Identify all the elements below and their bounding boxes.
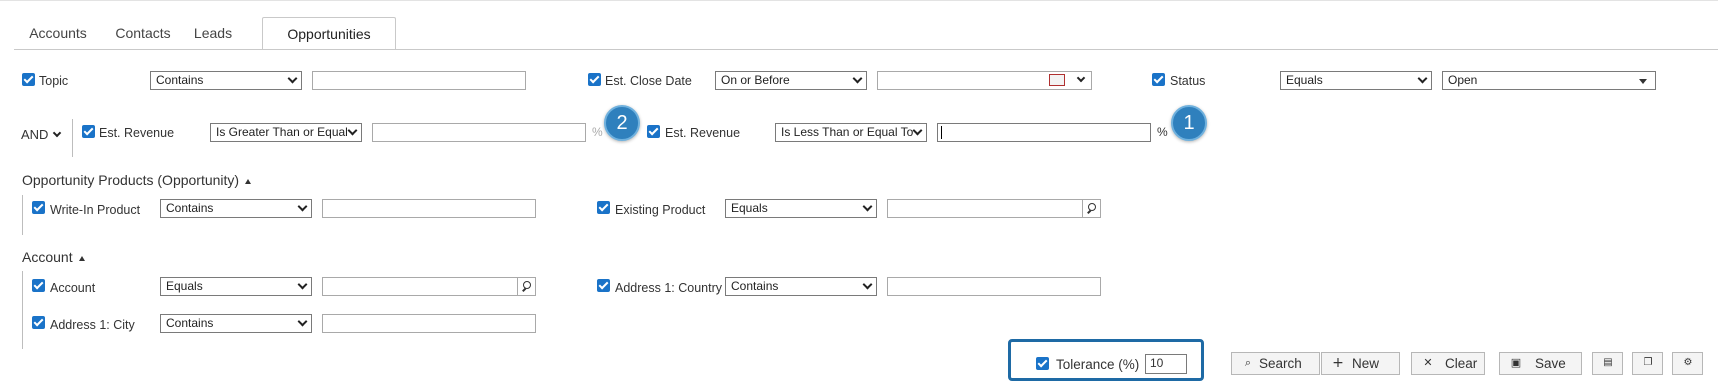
settings-button[interactable]: ⚙: [1672, 352, 1703, 375]
country-operator-select[interactable]: Contains: [725, 277, 877, 296]
topic-value-input[interactable]: [312, 71, 526, 90]
topic-checkbox[interactable]: [22, 73, 35, 86]
copy-button[interactable]: ❐: [1632, 352, 1663, 375]
plus-icon: +: [1332, 355, 1344, 371]
group-bracket: [72, 119, 73, 157]
products-section-title[interactable]: Opportunity Products (Opportunity): [22, 172, 252, 188]
chevron-down-icon: [912, 125, 923, 136]
layout-icon: ▤: [1603, 357, 1613, 368]
dropdown-arrow-icon: [1639, 79, 1647, 84]
account-checkbox[interactable]: [32, 279, 45, 292]
chevron-down-icon: [297, 316, 308, 327]
country-input[interactable]: [887, 277, 1101, 296]
chevron-down-icon: [347, 125, 358, 136]
collapse-triangle-icon: [245, 178, 252, 184]
search-button-label: Search: [1259, 356, 1302, 371]
gear-icon: ⚙: [1683, 357, 1693, 368]
revenue-min-checkbox[interactable]: [82, 125, 95, 138]
tab-contacts[interactable]: Contacts: [102, 17, 184, 50]
save-button-label: Save: [1535, 356, 1566, 371]
chevron-down-icon[interactable]: [1076, 73, 1086, 83]
tolerance-input[interactable]: 10: [1145, 354, 1187, 374]
account-label: Account: [50, 281, 96, 295]
chevron-down-icon: [297, 201, 308, 212]
write-in-input[interactable]: [322, 199, 536, 218]
account-input[interactable]: [322, 277, 536, 296]
write-in-checkbox[interactable]: [32, 201, 45, 214]
lookup-search-icon[interactable]: [517, 278, 535, 295]
city-operator-select[interactable]: Contains: [160, 314, 312, 333]
new-button[interactable]: + New: [1321, 352, 1400, 375]
revenue-min-input[interactable]: [372, 123, 586, 142]
layout-button[interactable]: ▤: [1592, 352, 1623, 375]
chevron-down-icon: [862, 279, 873, 290]
search-icon: ⌕: [1244, 356, 1252, 369]
chevron-down-icon: [852, 73, 863, 84]
revenue-max-operator-select[interactable]: Is Less Than or Equal To: [775, 123, 927, 142]
country-checkbox[interactable]: [597, 279, 610, 292]
save-button[interactable]: ▣ Save: [1499, 352, 1582, 375]
new-button-label: New: [1352, 356, 1380, 371]
existing-product-label: Existing Product: [615, 203, 706, 217]
revenue-max-unit: %: [1157, 125, 1168, 139]
save-icon: ▣: [1510, 356, 1522, 369]
account-group-bracket: [22, 271, 23, 349]
tolerance-label: Tolerance (%): [1056, 357, 1140, 372]
products-group-bracket: [22, 195, 23, 235]
revenue-max-label: Est. Revenue: [665, 126, 741, 140]
clear-button-label: Clear: [1445, 356, 1478, 371]
status-checkbox[interactable]: [1152, 73, 1165, 86]
logic-operator-select[interactable]: AND: [21, 127, 62, 142]
existing-product-input[interactable]: [887, 199, 1101, 218]
clear-button[interactable]: ✕ Clear: [1411, 352, 1485, 375]
revenue-max-input[interactable]: [937, 123, 1151, 142]
close-date-input[interactable]: [877, 71, 1092, 90]
chevron-down-icon: [297, 279, 308, 290]
existing-product-operator-select[interactable]: Equals: [725, 199, 877, 218]
city-input[interactable]: [322, 314, 536, 333]
lookup-search-icon[interactable]: [1082, 200, 1100, 217]
chevron-down-icon: [287, 73, 298, 84]
close-date-label: Est. Close Date: [605, 74, 692, 88]
text-caret: [941, 126, 942, 139]
tab-divider: [14, 49, 1718, 50]
chevron-down-icon: [1417, 73, 1428, 84]
existing-product-checkbox[interactable]: [597, 201, 610, 214]
city-checkbox[interactable]: [32, 316, 45, 329]
tab-opportunities[interactable]: Opportunities: [262, 17, 396, 50]
tab-leads[interactable]: Leads: [184, 17, 242, 50]
chevron-down-icon: [862, 201, 873, 212]
country-label: Address 1: Country: [615, 281, 722, 295]
search-panel: Accounts Contacts Leads Opportunities To…: [0, 0, 1718, 384]
search-button[interactable]: ⌕ Search: [1231, 352, 1320, 375]
chevron-down-icon: [53, 128, 62, 138]
revenue-min-label: Est. Revenue: [99, 126, 175, 140]
x-icon: ✕: [1423, 356, 1433, 369]
revenue-max-checkbox[interactable]: [647, 125, 660, 138]
account-operator-select[interactable]: Equals: [160, 277, 312, 296]
step-badge-2: 2: [604, 105, 640, 141]
copy-icon: ❐: [1643, 357, 1653, 368]
city-label: Address 1: City: [50, 318, 135, 332]
revenue-min-operator-select[interactable]: Is Greater Than or Equal: [210, 123, 362, 142]
tolerance-checkbox[interactable]: [1036, 357, 1049, 370]
status-label: Status: [1170, 74, 1206, 88]
step-badge-1: 1: [1171, 105, 1207, 141]
write-in-operator-select[interactable]: Contains: [160, 199, 312, 218]
tab-accounts[interactable]: Accounts: [14, 17, 102, 50]
collapse-triangle-icon: [78, 255, 85, 261]
status-operator-select[interactable]: Equals: [1280, 71, 1432, 90]
write-in-label: Write-In Product: [50, 203, 141, 217]
status-value-select[interactable]: Open: [1442, 71, 1656, 90]
revenue-min-unit: %: [592, 125, 603, 139]
calendar-icon[interactable]: [1049, 74, 1065, 86]
close-date-operator-select[interactable]: On or Before: [715, 71, 867, 90]
topic-label: Topic: [39, 74, 69, 88]
account-section-title[interactable]: Account: [22, 249, 85, 265]
close-date-checkbox[interactable]: [588, 73, 601, 86]
topic-operator-select[interactable]: Contains: [150, 71, 302, 90]
